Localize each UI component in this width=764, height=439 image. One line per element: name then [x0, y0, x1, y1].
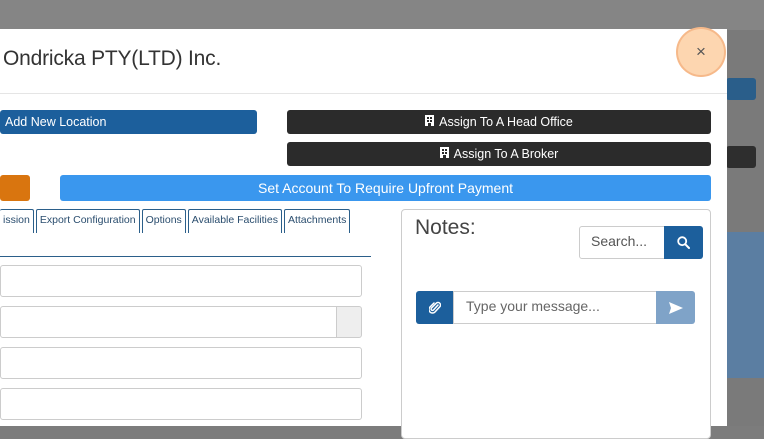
close-icon: × — [696, 42, 706, 61]
send-icon — [668, 301, 683, 314]
tab-bar: ission Export Configuration Options Avai… — [0, 209, 352, 233]
orange-action-button[interactable] — [0, 175, 30, 201]
modal-header: Ondricka PTY(LTD) Inc. × — [0, 29, 727, 94]
tab-export-configuration[interactable]: Export Configuration — [35, 209, 140, 233]
upfront-payment-label: Set Account To Require Upfront Payment — [258, 180, 513, 196]
add-new-location-button[interactable]: Add New Location — [0, 110, 257, 134]
message-input[interactable]: Type your message... — [453, 291, 657, 324]
assign-broker-button[interactable]: Assign To A Broker — [287, 142, 711, 166]
notes-search-input[interactable]: Search... — [579, 226, 665, 259]
assign-head-office-label: Assign To A Head Office — [439, 115, 573, 129]
tab-permission[interactable]: ission — [0, 209, 34, 233]
attach-button[interactable] — [416, 291, 454, 324]
close-button[interactable]: × — [678, 29, 724, 75]
background-button — [726, 78, 756, 100]
form-field[interactable] — [0, 265, 362, 297]
tab-underline — [0, 256, 371, 257]
send-button[interactable] — [656, 291, 695, 324]
notes-search-button[interactable] — [664, 226, 703, 259]
tab-available-facilities[interactable]: Available Facilities — [187, 209, 282, 233]
field-addon[interactable] — [336, 306, 362, 338]
form-field[interactable] — [0, 347, 362, 379]
background-toolbar — [0, 0, 764, 30]
building-icon — [425, 115, 435, 129]
background-panel — [726, 232, 764, 378]
assign-head-office-button[interactable]: Assign To A Head Office — [287, 110, 711, 134]
background-button — [726, 146, 756, 168]
form-field[interactable] — [0, 306, 337, 338]
require-upfront-payment-button[interactable]: Set Account To Require Upfront Payment — [60, 175, 711, 201]
search-icon — [677, 236, 690, 249]
tab-options[interactable]: Options — [141, 209, 186, 233]
paperclip-icon — [429, 301, 441, 314]
notes-title: Notes: — [415, 216, 476, 239]
tab-attachments[interactable]: Attachments — [283, 209, 351, 233]
building-icon — [439, 147, 449, 161]
add-location-label: Add New Location — [5, 115, 107, 129]
form-field[interactable] — [0, 388, 362, 420]
modal-title: Ondricka PTY(LTD) Inc. — [3, 47, 222, 70]
assign-broker-label: Assign To A Broker — [453, 147, 559, 161]
